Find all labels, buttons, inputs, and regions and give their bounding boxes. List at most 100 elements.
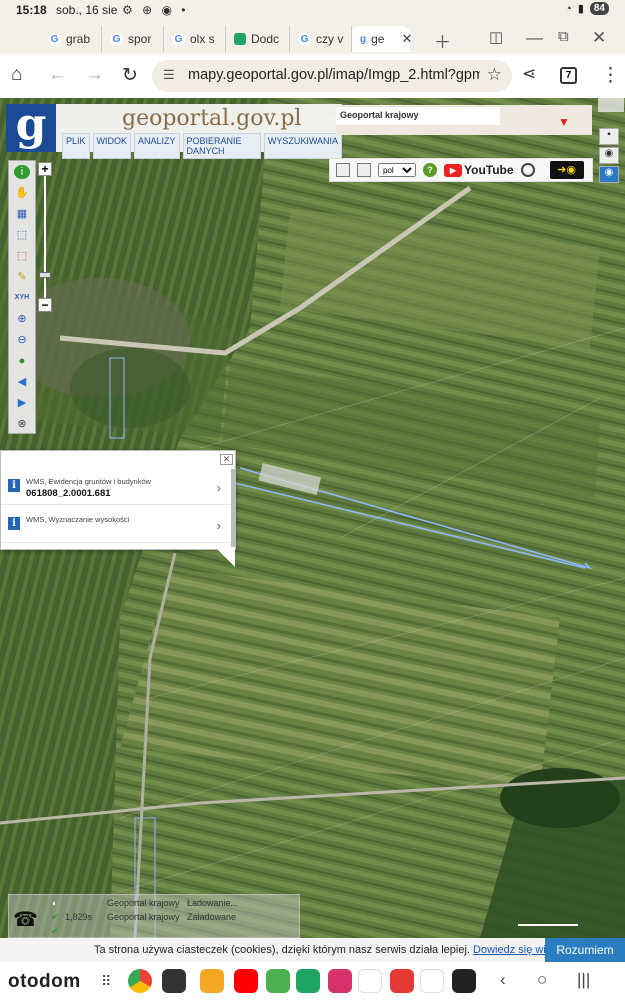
share-icon[interactable]: ⋖	[522, 64, 536, 84]
geoportal-icon: g	[360, 32, 367, 46]
popup-scrollbar[interactable]	[231, 469, 235, 547]
language-select[interactable]: pol	[378, 163, 416, 177]
popup-row[interactable]: i WMS, Ewidencja gruntów i budynków 0618…	[1, 471, 231, 505]
remove-selection-icon[interactable]: ⬚	[14, 249, 30, 263]
xyz-coordinates-icon[interactable]: XYH	[14, 291, 30, 305]
overview-map[interactable]: Geoportal krajowy ▼	[336, 105, 592, 135]
bookmark-star-icon[interactable]: ☆	[487, 65, 502, 85]
new-tab-icon[interactable]: ＋	[434, 28, 451, 53]
youtube-link[interactable]: ▶ YouTube	[444, 163, 514, 177]
zoom-slider[interactable]: + −	[38, 162, 52, 312]
back-icon[interactable]: ←	[48, 64, 67, 86]
maps-icon[interactable]	[266, 969, 290, 993]
youtube-app-icon[interactable]	[234, 969, 258, 993]
zoom-minus-button[interactable]: −	[38, 298, 52, 312]
popup-row[interactable]: i WMS, Wyznaczanie wysokości ›	[1, 509, 231, 543]
tab-label: czy v	[316, 32, 344, 46]
help-icon[interactable]: ?	[423, 163, 437, 177]
wifi-icon: ◔	[565, 2, 572, 15]
recents-nav-icon[interactable]: |||	[577, 970, 590, 990]
address-bar[interactable]: ☰ mapy.geoportal.gov.pl/imap/Imgp_2.html…	[152, 60, 512, 92]
forward-icon[interactable]: →	[85, 64, 104, 86]
chrome-icon[interactable]	[128, 969, 152, 993]
url-text[interactable]: mapy.geoportal.gov.pl/imap/Imgp_2.html?g…	[188, 67, 480, 83]
info-tool-icon[interactable]: i	[14, 165, 30, 179]
zoom-out-icon[interactable]: ⊖	[14, 333, 30, 347]
popup-close-icon[interactable]: ✕	[220, 454, 233, 465]
menu-item-analizy[interactable]: ANALIZY	[134, 133, 180, 159]
home-nav-icon[interactable]: ○	[537, 970, 547, 990]
drive-icon[interactable]	[296, 969, 320, 993]
corner-control[interactable]	[598, 98, 624, 112]
tab-4[interactable]: Dodc	[226, 26, 290, 52]
status-bar: 15:18 sob., 16 sie ⚙ ⊕ ◉ • ◔ ▮ 84	[0, 0, 625, 22]
zoom-track[interactable]	[44, 176, 46, 298]
overview-label: Geoportal krajowy	[336, 107, 500, 125]
tab-3[interactable]: G olx s	[164, 26, 226, 52]
close-tab-icon[interactable]: ✕	[401, 31, 412, 47]
minimize-icon[interactable]: —	[526, 28, 543, 48]
back-nav-icon[interactable]: ‹	[500, 970, 506, 990]
system-taskbar: otodom ⠿ ‹ ○ |||	[0, 962, 625, 1000]
document-icon[interactable]	[336, 163, 350, 177]
site-settings-icon[interactable]: ☰	[163, 67, 175, 83]
tab-1[interactable]: G grab	[40, 26, 102, 52]
files-icon[interactable]	[200, 969, 224, 993]
tab-active[interactable]: g ge ✕	[352, 26, 412, 52]
menu-item-plik[interactable]: PLIK	[62, 133, 90, 159]
restore-window-icon[interactable]: ⧉	[558, 28, 569, 45]
select-area-icon[interactable]: ⬚	[14, 228, 30, 242]
contacts-icon[interactable]	[390, 969, 414, 993]
print-icon[interactable]	[357, 163, 371, 177]
contrast-toggle-icon[interactable]: ➜◉	[549, 161, 584, 179]
pan-hand-icon[interactable]: ✋	[14, 186, 30, 200]
otodom-logo: otodom	[8, 971, 81, 992]
play-store-icon[interactable]	[420, 969, 444, 993]
table-icon[interactable]: ▦	[14, 207, 30, 221]
close-window-icon[interactable]: ✕	[592, 28, 606, 48]
menu-item-wyszukiwania[interactable]: WYSZUKIWANIA	[263, 133, 342, 159]
chevron-right-icon[interactable]: ›	[217, 518, 221, 533]
popup-pointer	[217, 549, 235, 567]
geoportal-header: geoportal.gov.pl PLIK WIDOK ANALIZY POBI…	[56, 104, 342, 159]
gallery-icon[interactable]	[328, 969, 352, 993]
menu-item-pobieranie[interactable]: POBIERANIE DANYCH	[182, 133, 261, 159]
settings-app-icon[interactable]	[452, 969, 476, 993]
zoom-plus-button[interactable]: +	[38, 162, 52, 176]
zoom-thumb[interactable]	[39, 272, 51, 278]
tab-5[interactable]: G czy v	[290, 26, 352, 52]
eye-active-icon[interactable]: ◉	[599, 166, 619, 183]
google-app-icon[interactable]	[358, 969, 382, 993]
full-extent-icon[interactable]: ⊗	[14, 417, 30, 431]
google-icon: G	[48, 32, 61, 46]
date: sob., 16 sie	[56, 3, 118, 17]
map-viewport[interactable]: g geoportal.gov.pl PLIK WIDOK ANALIZY PO…	[0, 98, 625, 938]
feature-info-popup: ✕ i WMS, Ewidencja gruntów i budynków 06…	[0, 450, 236, 567]
accept-cookies-button[interactable]: Rozumiem	[545, 938, 625, 962]
camera-icon[interactable]	[162, 969, 186, 993]
pencil-icon[interactable]: ✎	[14, 270, 30, 284]
reload-icon[interactable]: ↻	[122, 64, 138, 87]
zoom-in-icon[interactable]: ⊕	[14, 312, 30, 326]
tab-2[interactable]: G spor	[102, 26, 164, 52]
accessibility-icon[interactable]	[520, 163, 535, 177]
cookie-text: Ta strona używa ciasteczek (cookies), dz…	[94, 944, 566, 956]
apps-grid-icon[interactable]: ⠿	[101, 973, 111, 990]
home-icon[interactable]: ⌂	[11, 64, 22, 86]
menu-item-widok[interactable]: WIDOK	[92, 133, 132, 159]
google-icon: G	[172, 32, 185, 46]
chevron-right-icon[interactable]: ›	[217, 480, 221, 495]
geoportal-logo[interactable]: g	[6, 103, 56, 152]
layers-icon[interactable]: ▪	[599, 128, 619, 145]
more-menu-icon[interactable]: ⋮	[601, 64, 620, 87]
next-view-icon[interactable]: ▶	[14, 396, 30, 410]
split-view-icon[interactable]: ◫	[489, 28, 503, 46]
eye-icon[interactable]: ◉	[599, 147, 619, 164]
parcel-id: 061808_2.0001.681	[26, 488, 111, 499]
previous-view-icon[interactable]: ◀	[14, 375, 30, 389]
cookie-banner: Ta strona używa ciasteczek (cookies), dz…	[0, 938, 625, 962]
globe-icon[interactable]: ●	[14, 354, 30, 368]
tab-count-button[interactable]: 7	[560, 67, 577, 84]
load-state: Ładowanie...	[187, 898, 239, 908]
load-time: 1,829s	[65, 912, 93, 922]
